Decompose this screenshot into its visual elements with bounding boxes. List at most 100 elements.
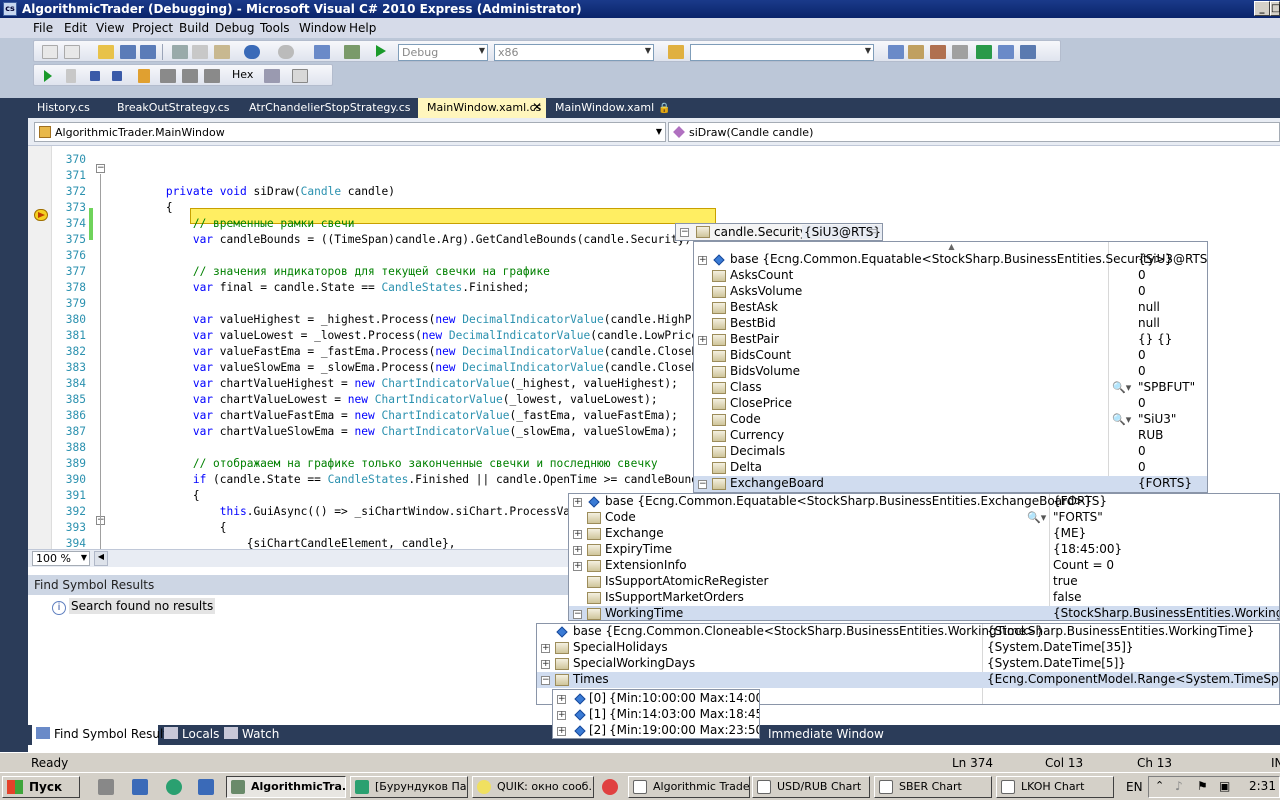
redo-icon[interactable] — [278, 45, 294, 59]
object-browser-icon[interactable] — [930, 45, 946, 59]
show-next-statement-icon[interactable] — [138, 69, 150, 83]
menu-project[interactable]: Project — [132, 21, 173, 35]
datatip-row[interactable]: − WorkingTime {StockSharp.BusinessEntities… — [569, 606, 1279, 620]
undo-icon[interactable] — [244, 45, 260, 59]
datatip-row[interactable]: Currency RUB — [694, 428, 1207, 444]
tab-find-symbol-results[interactable]: Find Symbol Results — [32, 725, 174, 745]
restart-icon[interactable] — [112, 71, 122, 81]
datatip-row[interactable]: Code 🔍▾ "FORTS" — [569, 510, 1279, 526]
magnifier-icon[interactable]: 🔍▾ — [1112, 381, 1131, 394]
datatip-row[interactable]: + SpecialHolidays {System.DateTime[35]} — [537, 640, 1279, 656]
datatip-exchange-board[interactable]: + base {Ecng.Common.Equatable<StockSharp.… — [568, 493, 1280, 621]
expand-icon[interactable]: + — [573, 530, 582, 539]
datatip-row[interactable]: AsksVolume 0 — [694, 284, 1207, 300]
datatip-row[interactable]: AsksCount 0 — [694, 268, 1207, 284]
solution-configuration-select[interactable]: Debug ▼ — [398, 44, 488, 61]
datatip-security[interactable]: ▲ + base {Ecng.Common.Equatable<StockShar… — [693, 241, 1208, 493]
taskbar-button-usdrub-chart[interactable]: USD/RUB Chart — [752, 776, 870, 798]
datatip-row[interactable]: + ExpiryTime {18:45:00} — [569, 542, 1279, 558]
start-button[interactable]: Пуск — [2, 776, 80, 798]
menu-tools[interactable]: Tools — [260, 21, 290, 35]
hex-toggle[interactable]: Hex — [232, 68, 253, 81]
member-select[interactable]: siDraw(Candle candle) — [668, 122, 1280, 142]
network-icon[interactable]: ▣ — [1219, 779, 1230, 793]
collapse-icon[interactable]: − — [698, 480, 707, 489]
datatip-row[interactable]: + [2]{Min:19:00:00 Max:23:50:00} — [553, 723, 759, 738]
pin-icon[interactable]: ▭ — [868, 224, 878, 237]
tab-immediate-window[interactable]: Immediate Window — [764, 725, 884, 745]
paste-icon[interactable] — [214, 45, 230, 59]
datatip-header[interactable]: − candle.Security {SiU3@RTS} ▭ — [675, 223, 883, 241]
volume-icon[interactable]: ♪ — [1175, 779, 1183, 793]
properties-icon[interactable] — [908, 45, 924, 59]
datatip-row[interactable]: IsSupportMarketOrders false — [569, 590, 1279, 606]
navigate-forward-icon[interactable] — [344, 45, 360, 59]
output-window-icon[interactable] — [1020, 45, 1036, 59]
step-into-icon[interactable] — [160, 69, 176, 83]
expand-icon[interactable]: + — [573, 498, 582, 507]
powershell-icon[interactable] — [132, 779, 148, 795]
collapse-icon[interactable]: − — [541, 676, 550, 685]
tray-up-icon[interactable]: ⌃ — [1155, 779, 1164, 792]
copy-icon[interactable] — [192, 45, 208, 59]
stop-debugging-icon[interactable] — [90, 71, 100, 81]
datatip-row[interactable]: + ExtensionInfo Count = 0 — [569, 558, 1279, 574]
datatip-row[interactable]: + [0]{Min:10:00:00 Max:14:00:00} — [553, 691, 759, 707]
expand-icon[interactable]: + — [557, 711, 566, 720]
datatip-row[interactable]: + SpecialWorkingDays {System.DateTime[5]} — [537, 656, 1279, 672]
close-icon[interactable]: ✕ — [532, 100, 542, 114]
datatip-row[interactable]: Class 🔍▾ "SPBFUT" — [694, 380, 1207, 396]
stocksharp-icon[interactable] — [198, 779, 214, 795]
save-icon[interactable] — [120, 45, 136, 59]
language-indicator[interactable]: EN — [1126, 780, 1143, 794]
taskbar-button-sber-chart[interactable]: SBER Chart — [874, 776, 992, 798]
indicator-margin[interactable] — [28, 146, 52, 549]
find-in-files-icon[interactable] — [668, 45, 684, 59]
flag-icon[interactable]: ⚑ — [1197, 779, 1208, 793]
menu-window[interactable]: Window — [299, 21, 346, 35]
datatip-row[interactable]: ClosePrice 0 — [694, 396, 1207, 412]
expand-icon[interactable]: + — [557, 695, 566, 704]
collapse-icon[interactable]: − — [573, 610, 582, 619]
datatip-times[interactable]: + [0]{Min:10:00:00 Max:14:00:00} + [1]{Min:… — [552, 689, 760, 739]
cut-icon[interactable] — [172, 45, 188, 59]
taskbar-button-visual-studio[interactable]: AlgorithmicTra... — [226, 776, 346, 798]
tab-atr-chandelier[interactable]: AtrChandelierStopStrategy.cs — [240, 98, 416, 118]
datatip-row[interactable]: Code 🔍▾ "SiU3" — [694, 412, 1207, 428]
datatip-row[interactable]: BestBid null — [694, 316, 1207, 332]
datatip-row[interactable]: base {Ecng.Common.Cloneable<StockSharp.B… — [537, 624, 1279, 640]
expand-icon[interactable]: + — [698, 256, 707, 265]
datatip-row[interactable]: BidsCount 0 — [694, 348, 1207, 364]
taskbar-button-document[interactable]: [Бурундуков Па... — [350, 776, 468, 798]
expand-icon[interactable]: + — [557, 727, 566, 736]
find-combo[interactable]: ▼ — [690, 44, 874, 61]
clock[interactable]: 2:31 — [1249, 779, 1276, 793]
chrome-icon[interactable] — [602, 779, 618, 795]
navigate-backward-icon[interactable] — [314, 45, 330, 59]
open-file-icon[interactable] — [98, 45, 114, 59]
menu-help[interactable]: Help — [349, 21, 376, 35]
datatip-row[interactable]: Delta 0 — [694, 460, 1207, 476]
datatip-row[interactable]: − Times {Ecng.ComponentModel.Range<System.… — [537, 672, 1279, 688]
breakpoints-icon[interactable] — [264, 69, 280, 83]
datatip-row[interactable]: IsSupportAtomicReRegister true — [569, 574, 1279, 590]
extension-manager-icon[interactable] — [998, 45, 1014, 59]
expand-icon[interactable]: + — [698, 336, 707, 345]
tab-mainwindow-xaml[interactable]: MainWindow.xaml 🔒 — [546, 98, 671, 118]
scroll-up-icon[interactable]: ▲ — [694, 242, 1207, 252]
tab-watch[interactable]: Watch — [220, 725, 280, 745]
datatip-row[interactable]: − ExchangeBoard {FORTS} — [694, 476, 1207, 492]
toolbox-icon[interactable] — [952, 45, 968, 59]
datatip-row[interactable]: + BestPair {} {} — [694, 332, 1207, 348]
zoom-select[interactable]: 100 % ▼ — [32, 551, 90, 566]
menu-edit[interactable]: Edit — [64, 21, 87, 35]
save-all-icon[interactable] — [140, 45, 156, 59]
minimize-button[interactable]: _ — [1254, 1, 1270, 16]
taskbar-button-lkoh-chart[interactable]: LKOH Chart — [996, 776, 1114, 798]
datatip-row[interactable]: + [1]{Min:14:03:00 Max:18:45:00} — [553, 707, 759, 723]
menu-file[interactable]: File — [33, 21, 53, 35]
datatip-row[interactable]: BestAsk null — [694, 300, 1207, 316]
tab-breakout-strategy[interactable]: BreakOutStrategy.cs — [108, 98, 240, 118]
maximize-button[interactable]: □ — [1270, 1, 1280, 16]
menu-debug[interactable]: Debug — [215, 21, 254, 35]
